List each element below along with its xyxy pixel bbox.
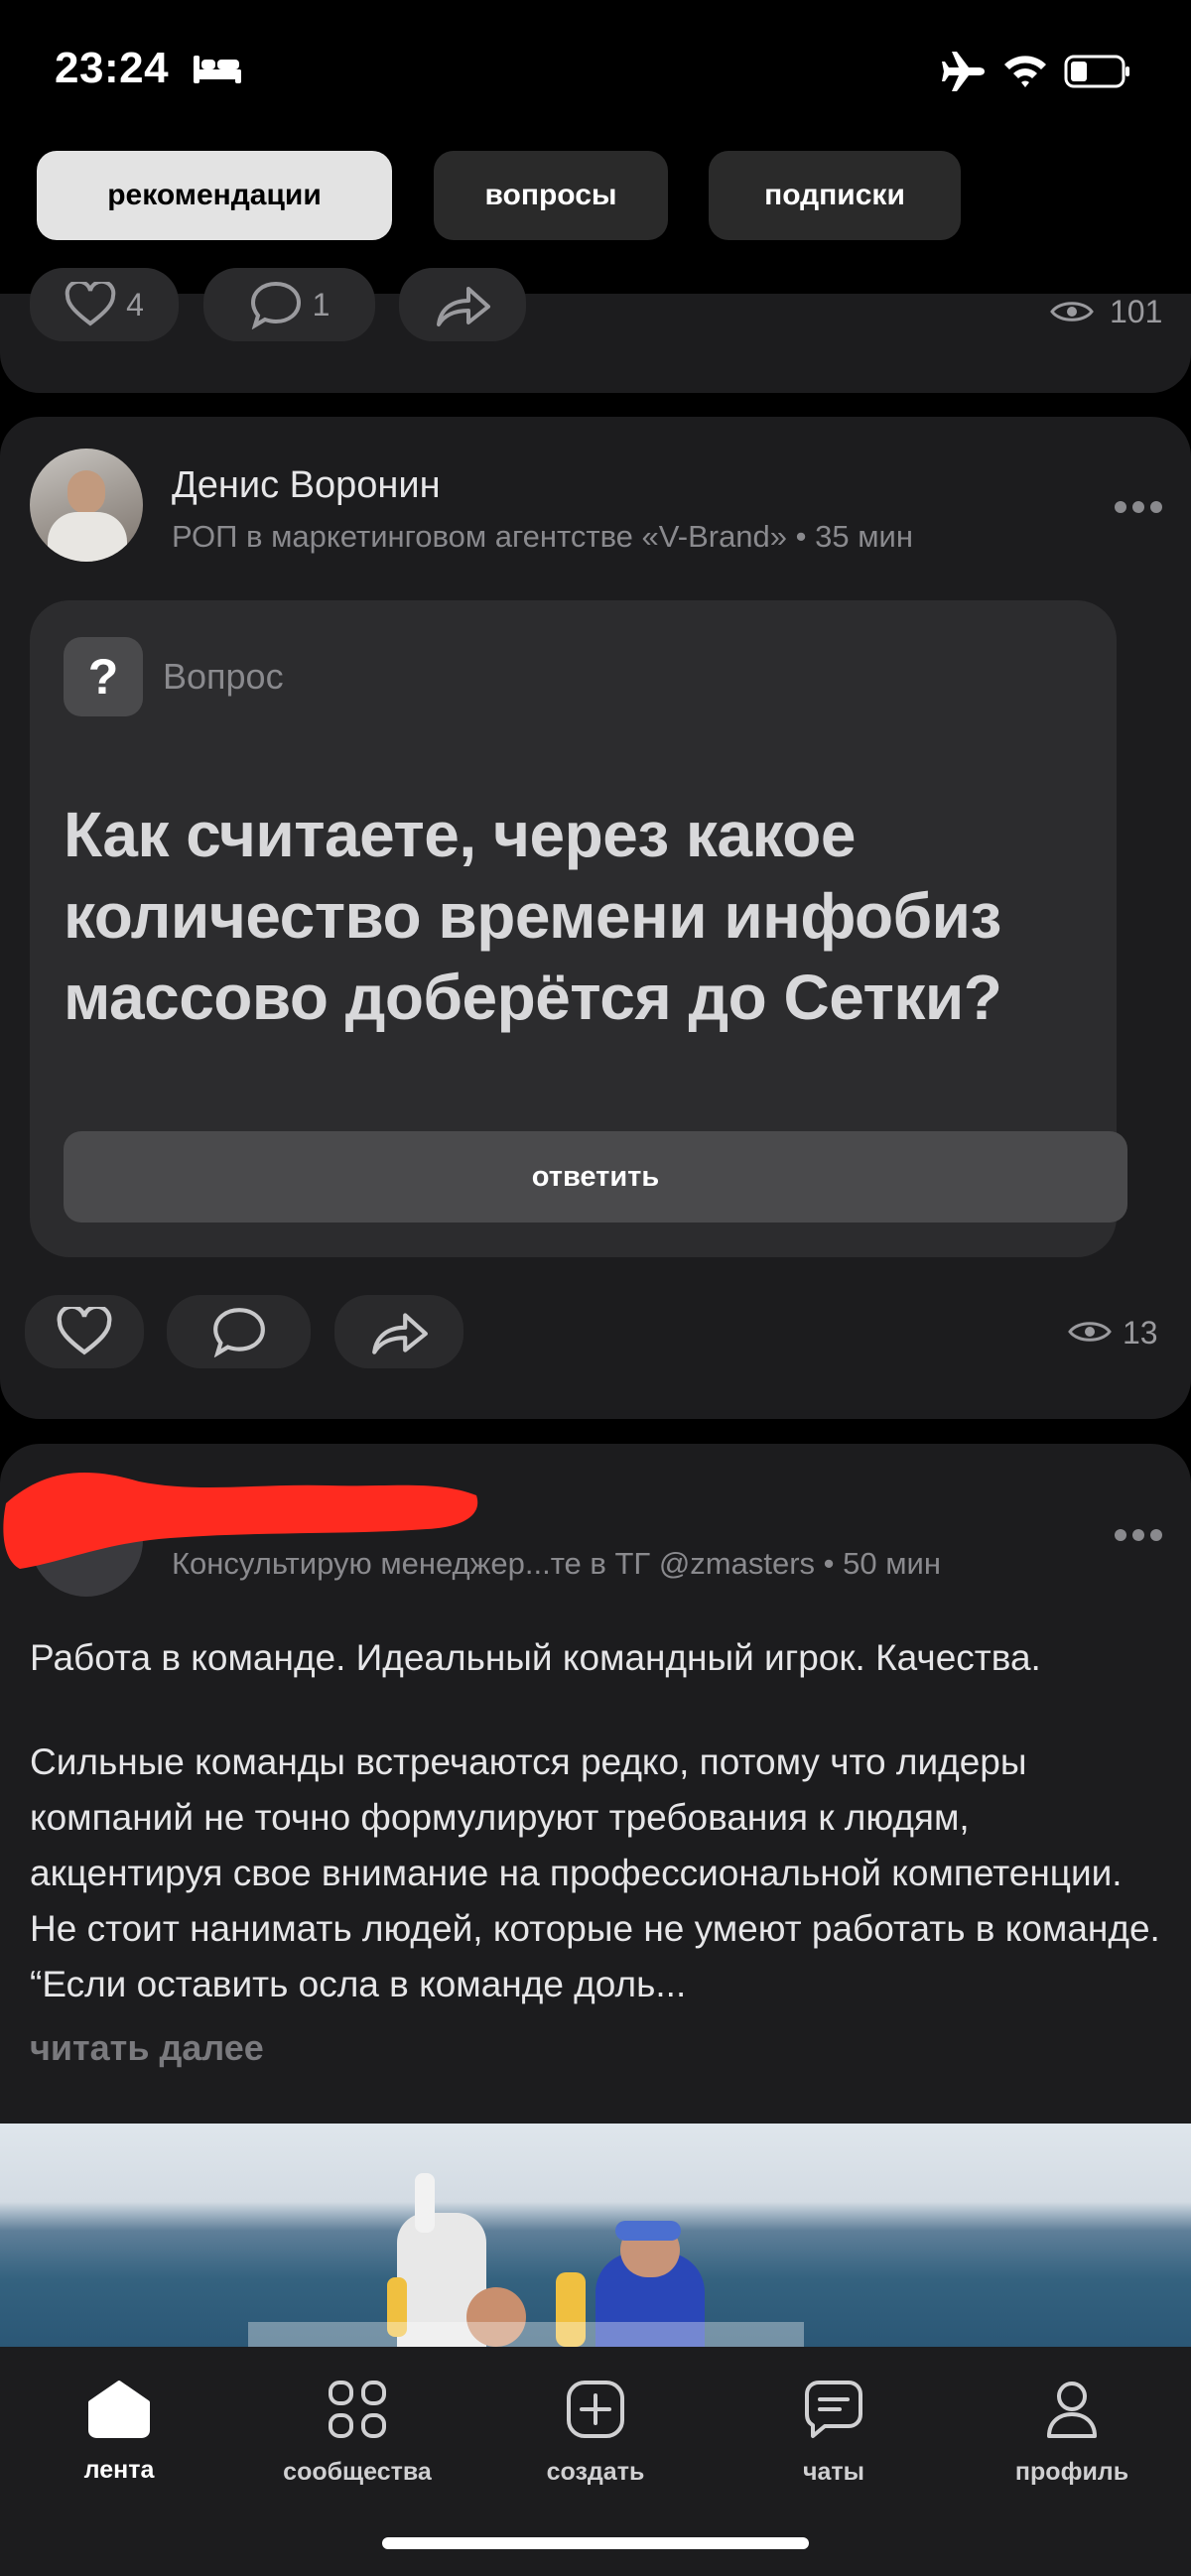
post-heading: Работа в команде. Идеальный командный иг… bbox=[30, 1637, 1041, 1678]
home-icon bbox=[88, 2381, 150, 2438]
question-title[interactable]: Как считаете, через какое количество вре… bbox=[64, 794, 1076, 1038]
prev-post-card: 4 1 101 bbox=[0, 268, 1191, 393]
share-icon bbox=[437, 287, 490, 326]
airplane-icon bbox=[942, 52, 985, 91]
nav-create[interactable]: создать bbox=[496, 2379, 695, 2487]
post-body: Сильные команды встречаются редко, потом… bbox=[30, 1741, 1160, 2004]
nav-chats[interactable]: чаты bbox=[734, 2379, 933, 2487]
nav-label: лента bbox=[83, 2456, 155, 2484]
author-name[interactable]: Денис Воронин bbox=[172, 464, 441, 507]
comment-button[interactable]: 1 bbox=[203, 268, 375, 341]
views-count: 13 bbox=[1123, 1315, 1158, 1351]
status-time: 23:24 bbox=[55, 44, 170, 92]
profile-icon bbox=[1047, 2382, 1097, 2438]
heart-icon bbox=[57, 1307, 112, 1355]
nav-label: сообщества bbox=[283, 2458, 432, 2486]
battery-icon bbox=[1064, 55, 1129, 88]
like-button[interactable] bbox=[25, 1295, 144, 1368]
nav-label: создать bbox=[546, 2458, 645, 2486]
comment-count: 1 bbox=[312, 286, 331, 322]
question-box: ? Вопрос Как считаете, через какое колич… bbox=[30, 600, 1127, 1257]
comment-button[interactable] bbox=[167, 1295, 311, 1368]
more-options-icon[interactable] bbox=[1114, 500, 1163, 514]
nav-communities[interactable]: сообщества bbox=[258, 2379, 457, 2487]
tab-subscriptions[interactable]: подписки bbox=[709, 151, 961, 240]
views-icon bbox=[1050, 302, 1094, 322]
heart-icon bbox=[65, 282, 116, 326]
author-subtitle: Консультирую менеджер...те в ТГ @zmaster… bbox=[172, 1546, 941, 1581]
nav-label: профиль bbox=[1014, 2458, 1129, 2486]
share-button[interactable] bbox=[334, 1295, 463, 1368]
like-button[interactable]: 4 bbox=[30, 268, 179, 341]
post-image[interactable] bbox=[0, 2124, 1191, 2347]
question-post-card: Денис Воронин РОП в маркетинговом агентс… bbox=[0, 417, 1191, 1419]
grid-icon bbox=[329, 2381, 386, 2438]
more-options-icon[interactable] bbox=[1114, 1528, 1163, 1542]
question-mark-icon: ? bbox=[64, 637, 143, 716]
comment-icon bbox=[250, 281, 301, 329]
home-indicator bbox=[382, 2537, 809, 2549]
answer-button[interactable]: ответить bbox=[64, 1131, 1127, 1223]
views-count: 101 bbox=[1110, 294, 1163, 329]
bed-icon bbox=[194, 56, 241, 83]
nav-label: чаты bbox=[802, 2458, 864, 2486]
tab-questions[interactable]: вопросы bbox=[434, 151, 668, 240]
plus-square-icon bbox=[567, 2381, 624, 2438]
chat-icon bbox=[805, 2381, 862, 2438]
text-post-card: Консультирую менеджер...те в ТГ @zmaster… bbox=[0, 1444, 1191, 2436]
like-count: 4 bbox=[126, 286, 144, 322]
nav-feed[interactable]: лента bbox=[20, 2379, 218, 2485]
comment-icon bbox=[212, 1308, 265, 1357]
author-subtitle: РОП в маркетинговом агентстве «V-Brand» … bbox=[172, 519, 913, 554]
wifi-icon bbox=[1004, 56, 1046, 87]
share-icon bbox=[372, 1313, 428, 1354]
tab-recommendations[interactable]: рекомендации bbox=[37, 151, 392, 240]
nav-profile[interactable]: профиль bbox=[973, 2379, 1171, 2487]
views-icon bbox=[1068, 1322, 1112, 1342]
read-more-link[interactable]: читать далее bbox=[30, 2027, 264, 2069]
share-button[interactable] bbox=[399, 268, 526, 341]
question-badge-label: Вопрос bbox=[163, 656, 284, 697]
avatar[interactable] bbox=[30, 449, 143, 562]
